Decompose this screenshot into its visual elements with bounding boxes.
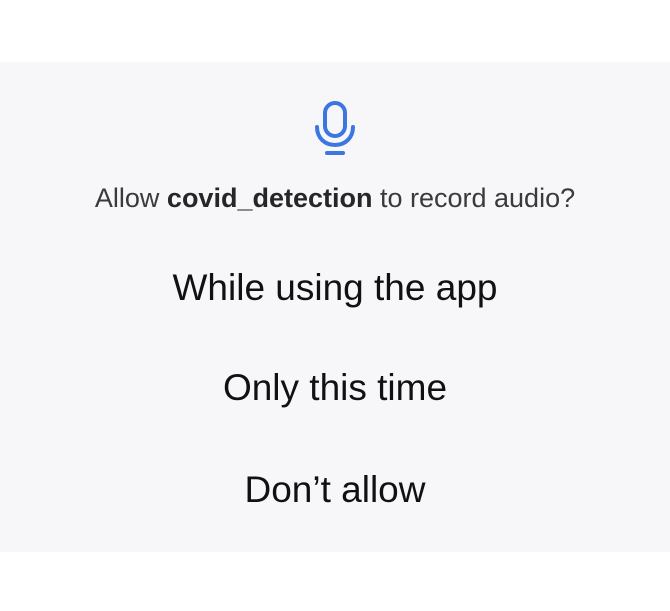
prompt-suffix: to record audio? xyxy=(372,183,576,213)
permission-dialog: Allow covid_detection to record audio? W… xyxy=(0,62,670,552)
only-this-time-button[interactable]: Only this time xyxy=(60,352,610,424)
microphone-icon xyxy=(312,100,358,158)
app-name: covid_detection xyxy=(166,183,373,213)
prompt-prefix: Allow xyxy=(94,183,167,213)
permission-prompt: Allow covid_detection to record audio? xyxy=(0,183,670,214)
while-using-app-button[interactable]: While using the app xyxy=(60,252,610,324)
dont-allow-button[interactable]: Don’t allow xyxy=(60,454,610,526)
